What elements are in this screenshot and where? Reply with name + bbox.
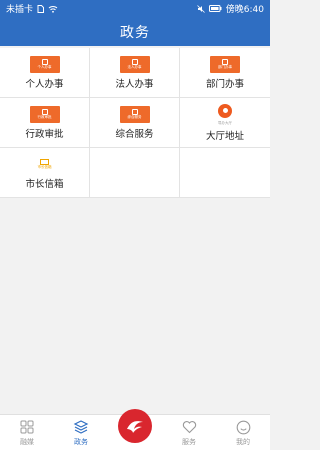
mute-icon	[196, 4, 205, 13]
grid-item-label: 个人办事	[25, 78, 64, 90]
wifi-icon	[48, 5, 58, 13]
layers-icon	[73, 419, 89, 435]
tab-media[interactable]: 融媒	[0, 419, 54, 447]
tab-service[interactable]: 服务	[162, 419, 216, 447]
grid-empty-cell	[90, 148, 180, 198]
grid-item-label: 部门办事	[205, 78, 244, 90]
person-icon: 个人办事	[29, 55, 60, 73]
battery-icon	[208, 5, 222, 12]
mail-icon: 市长信箱	[30, 156, 60, 173]
tab-label: 我的	[236, 438, 250, 446]
tab-government[interactable]: 政务	[54, 419, 108, 447]
status-time: 傍晚6:40	[225, 5, 264, 15]
grid-item-hall-address[interactable]: 导办大厅 大厅地址	[180, 98, 270, 148]
nav-bar: 政务	[0, 17, 270, 46]
grid-empty-cell	[180, 148, 270, 198]
tab-label: 服务	[182, 438, 196, 446]
heart-icon	[181, 419, 197, 435]
approval-icon: 行政审批	[29, 105, 60, 123]
grid-item-label: 市长信箱	[25, 178, 64, 190]
grid-item-legal[interactable]: 法人办事 法人办事	[90, 48, 180, 98]
service-icon: 综合服务	[119, 105, 150, 123]
grid-item-personal[interactable]: 个人办事 个人办事	[0, 48, 90, 98]
grid-item-label: 行政审批	[25, 128, 64, 140]
document-icon: 部门办事	[210, 55, 240, 73]
service-grid: 个人办事 个人办事 法人办事 法人办事 部门办事 部门办事 行政审批 行政审批 …	[0, 48, 270, 198]
bottom-tab-bar: 融媒 政务 服务 我的	[0, 409, 270, 450]
tab-label: 政务	[74, 438, 88, 446]
grid-item-mayor-mailbox[interactable]: 市长信箱 市长信箱	[0, 148, 90, 198]
grid-item-label: 大厅地址	[205, 130, 244, 142]
tab-label: 融媒	[20, 438, 34, 446]
carrier-text: 未插卡	[6, 5, 34, 15]
app-logo-icon	[118, 409, 152, 443]
grid-icon	[19, 419, 35, 435]
grid-item-label: 法人办事	[115, 78, 154, 90]
map-pin-icon	[218, 103, 232, 118]
sim-icon	[37, 4, 45, 13]
grid-item-department[interactable]: 部门办事 部门办事	[180, 48, 270, 98]
tab-mine[interactable]: 我的	[216, 419, 270, 447]
tab-home-logo[interactable]	[108, 409, 162, 447]
grid-item-general-service[interactable]: 综合服务 综合服务	[90, 98, 180, 148]
briefcase-icon: 法人办事	[119, 55, 150, 73]
page-title: 政务	[120, 24, 150, 41]
grid-item-label: 综合服务	[115, 128, 154, 140]
status-bar: 未插卡 傍晚6:40	[0, 0, 270, 17]
grid-item-approval[interactable]: 行政审批 行政审批	[0, 98, 90, 148]
smile-icon	[235, 419, 251, 435]
